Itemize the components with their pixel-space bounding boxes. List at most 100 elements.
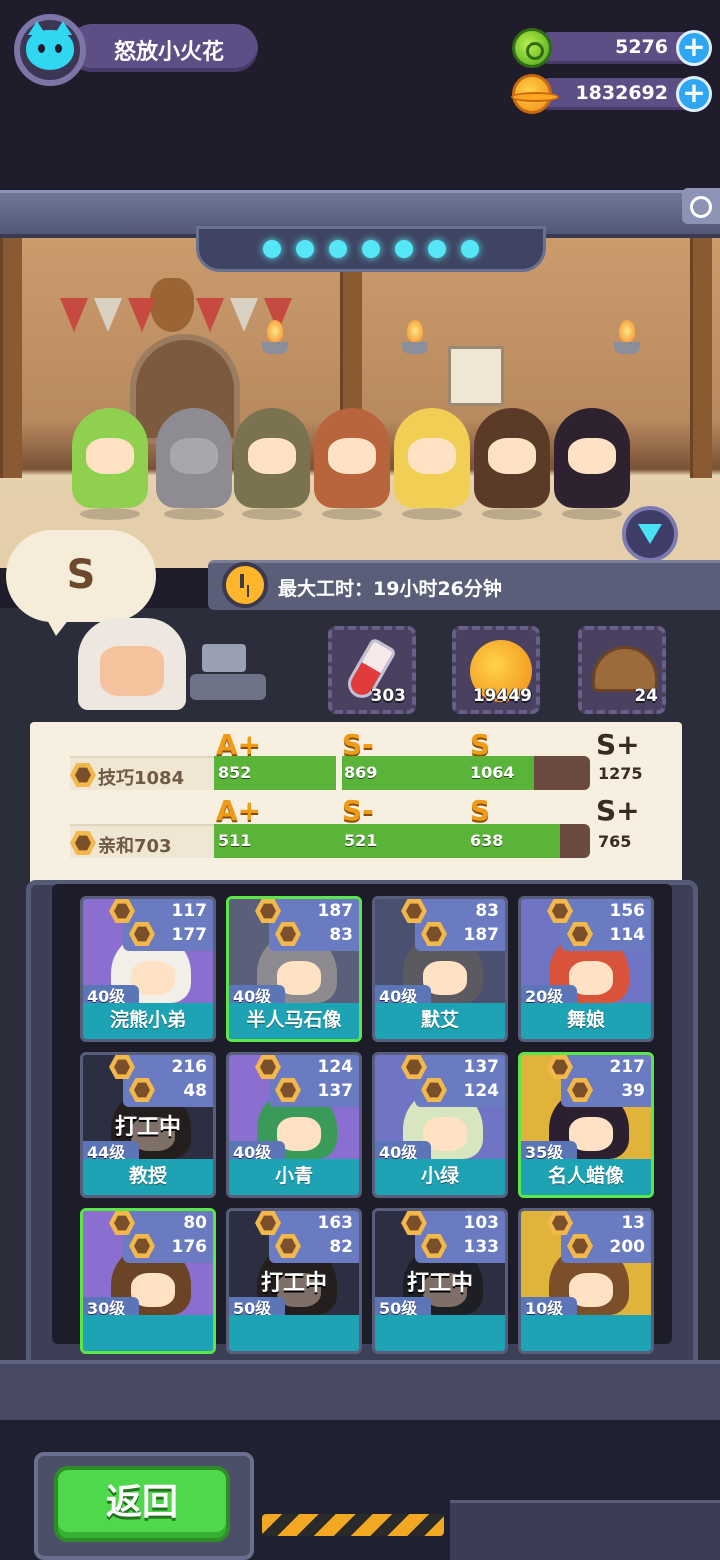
speech-bubble: S bbox=[6, 530, 156, 636]
character-card[interactable]: 103 133 打工中 50级 bbox=[372, 1208, 508, 1354]
max-threshold-value: 1275 bbox=[598, 764, 643, 783]
affinity-progress-bar: 511 521 638 bbox=[214, 824, 590, 858]
tavern-scene bbox=[0, 238, 720, 568]
skill-progress-bar: 852 869 1064 bbox=[214, 756, 590, 790]
character-affinity-value: 48 bbox=[183, 1081, 207, 1101]
item-slot-helmet[interactable]: 24 bbox=[578, 626, 666, 714]
character-skill-value: 216 bbox=[171, 1057, 208, 1077]
character-card[interactable]: 217 39 35级 名人蜡像 bbox=[518, 1052, 654, 1198]
character-card[interactable]: 83 187 40级 默艾 bbox=[372, 896, 508, 1042]
character-name: 教授 bbox=[83, 1159, 213, 1195]
filter-button[interactable] bbox=[622, 506, 678, 562]
bottom-rail bbox=[0, 1360, 720, 1420]
threshold-value: 852 bbox=[218, 763, 252, 782]
hazard-stripe bbox=[262, 1514, 444, 1536]
character-name bbox=[521, 1315, 651, 1351]
character-skill-value: 13 bbox=[621, 1213, 645, 1233]
character-name bbox=[375, 1315, 505, 1351]
player-name: 怒放小火花 bbox=[114, 40, 225, 65]
affinity-stat-row: 亲和703 511 521 638 bbox=[70, 824, 610, 858]
add-coin-button[interactable]: + bbox=[676, 76, 712, 112]
threshold-value: 521 bbox=[344, 831, 378, 850]
character-skill-value: 117 bbox=[171, 901, 208, 921]
tavern-character[interactable] bbox=[474, 408, 550, 520]
character-skill-value: 217 bbox=[609, 1057, 646, 1077]
working-status-label: 打工中 bbox=[114, 1115, 181, 1140]
skill-label: 技巧1084 bbox=[98, 768, 185, 789]
character-name: 名人蜡像 bbox=[521, 1159, 651, 1195]
character-affinity-value: 39 bbox=[621, 1081, 645, 1101]
character-card[interactable]: 163 82 打工中 50级 bbox=[226, 1208, 362, 1354]
character-affinity-value: 137 bbox=[317, 1081, 354, 1101]
tavern-character[interactable] bbox=[234, 408, 310, 520]
max-work-time-label: 最大工时：19小时26分钟 bbox=[278, 578, 502, 600]
bottom-slot bbox=[450, 1500, 720, 1560]
grade-label: A+ bbox=[216, 794, 262, 827]
player-avatar[interactable] bbox=[14, 14, 86, 86]
affinity-hex-icon bbox=[70, 831, 96, 855]
tavern-character[interactable] bbox=[72, 408, 148, 520]
character-card[interactable]: 156 114 20级 舞娘 bbox=[518, 896, 654, 1042]
wanted-poster bbox=[448, 346, 504, 406]
character-card[interactable]: 216 48 打工中 44级 教授 bbox=[80, 1052, 216, 1198]
character-skill-value: 103 bbox=[463, 1213, 500, 1233]
character-skill-value: 163 bbox=[317, 1213, 354, 1233]
scissor-icon[interactable] bbox=[682, 188, 720, 224]
tavern-character[interactable] bbox=[156, 408, 232, 520]
tavern-character[interactable] bbox=[394, 408, 470, 520]
affinity-label: 亲和703 bbox=[98, 836, 172, 857]
character-name: 半人马石像 bbox=[229, 1003, 359, 1039]
character-affinity-value: 200 bbox=[609, 1237, 646, 1257]
tavern-character[interactable] bbox=[554, 408, 630, 520]
character-name bbox=[229, 1315, 359, 1351]
character-skill-value: 156 bbox=[609, 901, 646, 921]
clock-icon bbox=[222, 562, 268, 608]
threshold-value: 511 bbox=[218, 831, 252, 850]
cat-face-icon bbox=[26, 21, 74, 70]
character-name: 浣熊小弟 bbox=[83, 1003, 213, 1039]
character-affinity-value: 176 bbox=[171, 1237, 208, 1257]
character-card[interactable]: 187 83 40级 半人马石像 bbox=[226, 896, 362, 1042]
torch-icon bbox=[262, 320, 288, 370]
item-count: 19449 bbox=[472, 686, 532, 706]
grade-label: S- bbox=[342, 794, 374, 827]
character-name: 小青 bbox=[229, 1159, 359, 1195]
character-affinity-value: 82 bbox=[329, 1237, 353, 1257]
gem-amount: 5276 bbox=[615, 36, 668, 58]
working-status-label: 打工中 bbox=[260, 1271, 327, 1296]
tavern-character[interactable] bbox=[314, 408, 390, 520]
character-name bbox=[83, 1315, 213, 1351]
character-card[interactable]: 117 177 40级 浣熊小弟 bbox=[80, 896, 216, 1042]
character-card[interactable]: 124 137 40级 小青 bbox=[226, 1052, 362, 1198]
gold-planet-coin-icon bbox=[511, 74, 559, 114]
green-gem-icon bbox=[512, 28, 552, 68]
light-indicator-bar bbox=[196, 226, 546, 272]
character-name: 小绿 bbox=[375, 1159, 505, 1195]
add-gem-button[interactable]: + bbox=[676, 30, 712, 66]
character-card[interactable]: 13 200 10级 bbox=[518, 1208, 654, 1354]
threshold-value: 869 bbox=[344, 763, 378, 782]
coin-currency: 1832692 + bbox=[511, 74, 712, 114]
anvil-hammer-icon bbox=[190, 644, 266, 700]
back-button[interactable]: 返回 bbox=[54, 1466, 230, 1542]
player-profile[interactable]: 怒放小火花 bbox=[14, 14, 259, 86]
character-affinity-value: 177 bbox=[171, 925, 208, 945]
speech-grade: S bbox=[66, 552, 96, 598]
character-affinity-value: 133 bbox=[463, 1237, 500, 1257]
character-affinity-value: 114 bbox=[609, 925, 646, 945]
character-skill-value: 137 bbox=[463, 1057, 500, 1077]
character-affinity-value: 187 bbox=[463, 925, 500, 945]
torch-icon bbox=[402, 320, 428, 370]
item-slot-orb[interactable]: 19449 bbox=[452, 626, 540, 714]
grade-label: S+ bbox=[596, 794, 640, 827]
item-count: 303 bbox=[370, 686, 407, 706]
character-affinity-value: 83 bbox=[329, 925, 353, 945]
character-card[interactable]: 80 176 30级 bbox=[80, 1208, 216, 1354]
gem-currency: 5276 + bbox=[512, 28, 712, 68]
item-slot-potion[interactable]: 303 bbox=[328, 626, 416, 714]
player-name-bar: 怒放小火花 bbox=[68, 24, 258, 72]
torch-icon bbox=[614, 320, 640, 370]
character-card[interactable]: 137 124 40级 小绿 bbox=[372, 1052, 508, 1198]
character-skill-value: 187 bbox=[317, 901, 354, 921]
threshold-value: 1064 bbox=[470, 763, 515, 782]
